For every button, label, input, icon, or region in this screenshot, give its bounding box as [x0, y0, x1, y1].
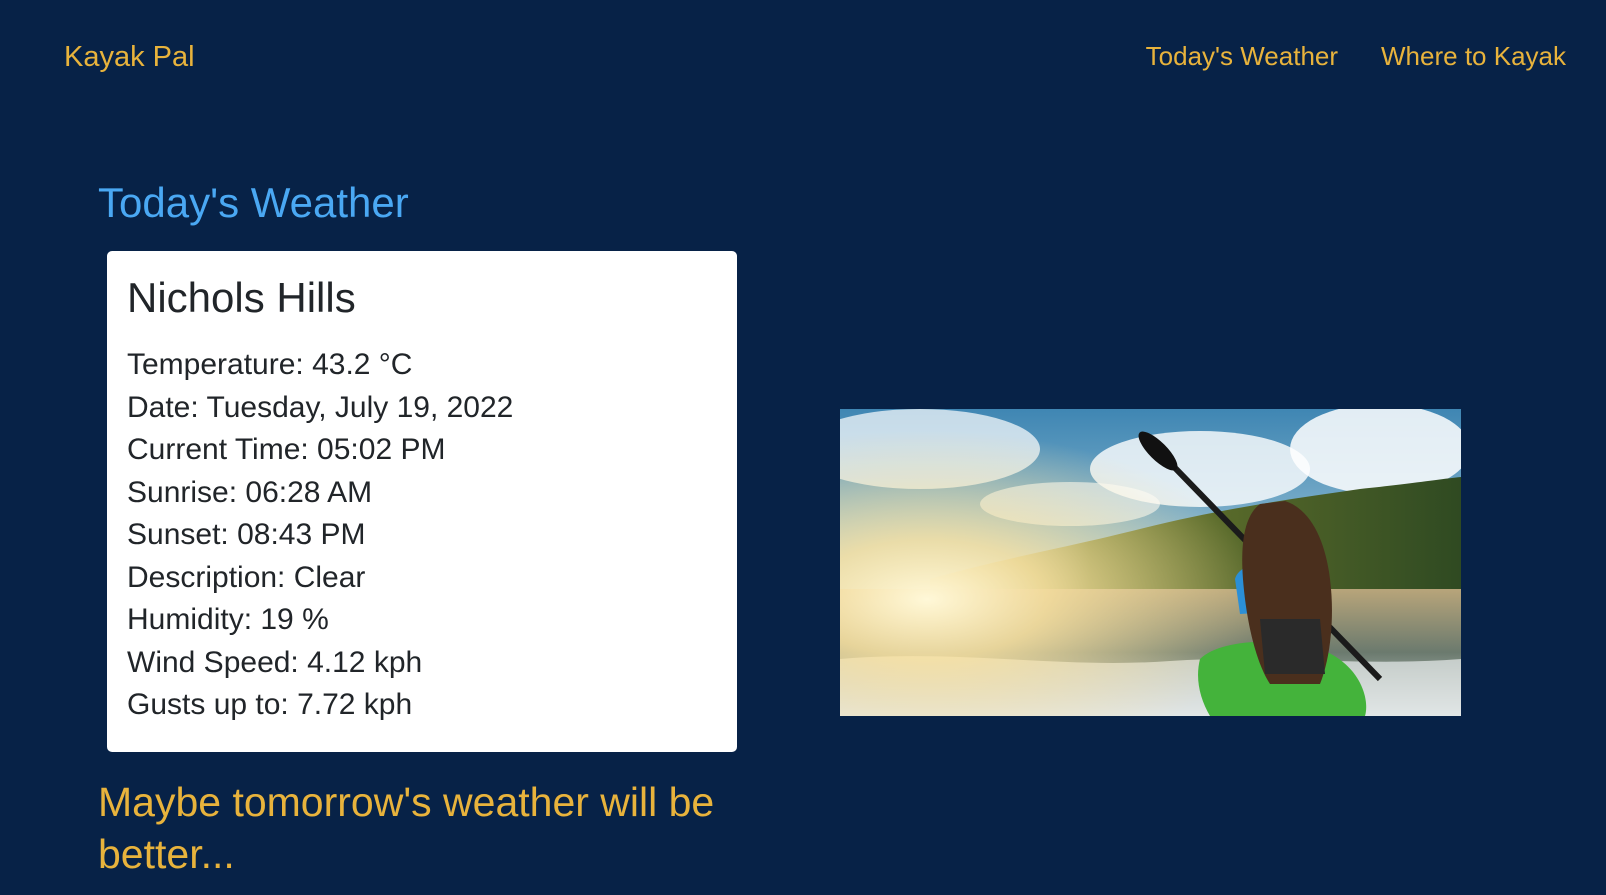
location-name: Nichols Hills	[127, 274, 356, 321]
current-time-row: Current Time: 05:02 PM	[127, 433, 446, 467]
kayaker-photo	[840, 409, 1461, 716]
weather-message: Maybe tomorrow's weather will be better.…	[98, 779, 715, 877]
weather-details-list: Temperature: 43.2 °C Date: Tuesday, July…	[127, 344, 717, 727]
sunset-row: Sunset: 08:43 PM	[127, 518, 366, 552]
wind-speed-row: Wind Speed: 4.12 kph	[127, 645, 423, 679]
nav-link-where-to-kayak[interactable]: Where to Kayak	[1381, 41, 1566, 72]
nav-link-todays-weather[interactable]: Today's Weather	[1146, 41, 1338, 72]
description-row: Description: Clear	[127, 560, 366, 594]
gusts-row: Gusts up to: 7.72 kph	[127, 688, 413, 722]
sunrise-row: Sunrise: 06:28 AM	[127, 475, 373, 509]
humidity-row: Humidity: 19 %	[127, 603, 329, 637]
temperature-row: Temperature: 43.2 °C	[127, 348, 413, 382]
top-nav: Today's Weather Where to Kayak	[1146, 41, 1566, 72]
brand-logo-link[interactable]: Kayak Pal	[64, 40, 195, 75]
date-row: Date: Tuesday, July 19, 2022	[127, 390, 514, 424]
weather-card: Nichols Hills Temperature: 43.2 °C Date:…	[107, 251, 737, 752]
page-title: Today's Weather	[98, 179, 409, 226]
